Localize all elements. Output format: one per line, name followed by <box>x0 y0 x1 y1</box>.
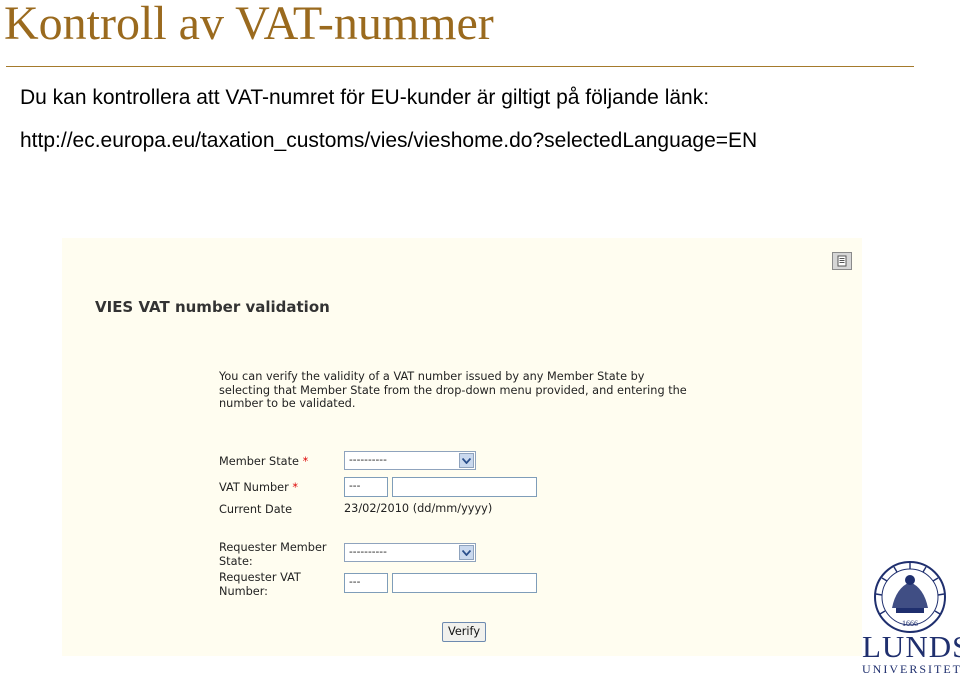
vat-number-field[interactable] <box>392 477 537 497</box>
print-button[interactable] <box>832 252 852 270</box>
requester-member-state-label: Requester Member State: <box>219 541 327 568</box>
requester-vat-label: Requester VAT Number: <box>219 571 301 598</box>
vies-screenshot: VIES VAT number validation You can verif… <box>62 238 862 656</box>
vies-description: You can verify the validity of a VAT num… <box>219 370 719 411</box>
requester-member-state-select[interactable]: ---------- <box>344 543 476 562</box>
vat-prefix-field[interactable]: --- <box>344 477 388 497</box>
required-mark: * <box>292 481 298 494</box>
vies-link[interactable]: http://ec.europa.eu/taxation_customs/vie… <box>20 127 757 155</box>
title-divider <box>6 66 914 67</box>
description-line: number to be validated. <box>219 397 356 410</box>
print-icon <box>837 255 847 267</box>
description-line: You can verify the validity of a VAT num… <box>219 370 645 383</box>
logo-name-line2: UNIVERSITET <box>862 662 960 676</box>
requester-vat-number-field[interactable] <box>392 573 537 593</box>
description-line: selecting that Member State from the dro… <box>219 383 687 397</box>
svg-text:1666: 1666 <box>902 619 918 628</box>
slide-title: Kontroll av VAT-nummer <box>4 0 494 50</box>
university-seal-logo: 1666 <box>874 561 946 633</box>
requester-vat-prefix-field[interactable]: --- <box>344 573 388 593</box>
required-mark: * <box>302 455 309 468</box>
member-state-label: Member State * <box>219 455 309 468</box>
intro-text: Du kan kontrollera att VAT-numret för EU… <box>20 86 710 109</box>
verify-button[interactable]: Verify <box>442 622 486 642</box>
chevron-down-icon <box>459 453 474 468</box>
current-date-value: 23/02/2010 (dd/mm/yyyy) <box>344 502 493 515</box>
logo-name-line1: LUNDS <box>862 629 960 664</box>
chevron-down-icon <box>459 545 474 560</box>
vies-title: VIES VAT number validation <box>95 298 330 316</box>
vat-number-label: VAT Number * <box>219 481 298 494</box>
current-date-label: Current Date <box>219 503 293 516</box>
member-state-select[interactable]: ---------- <box>344 451 476 470</box>
